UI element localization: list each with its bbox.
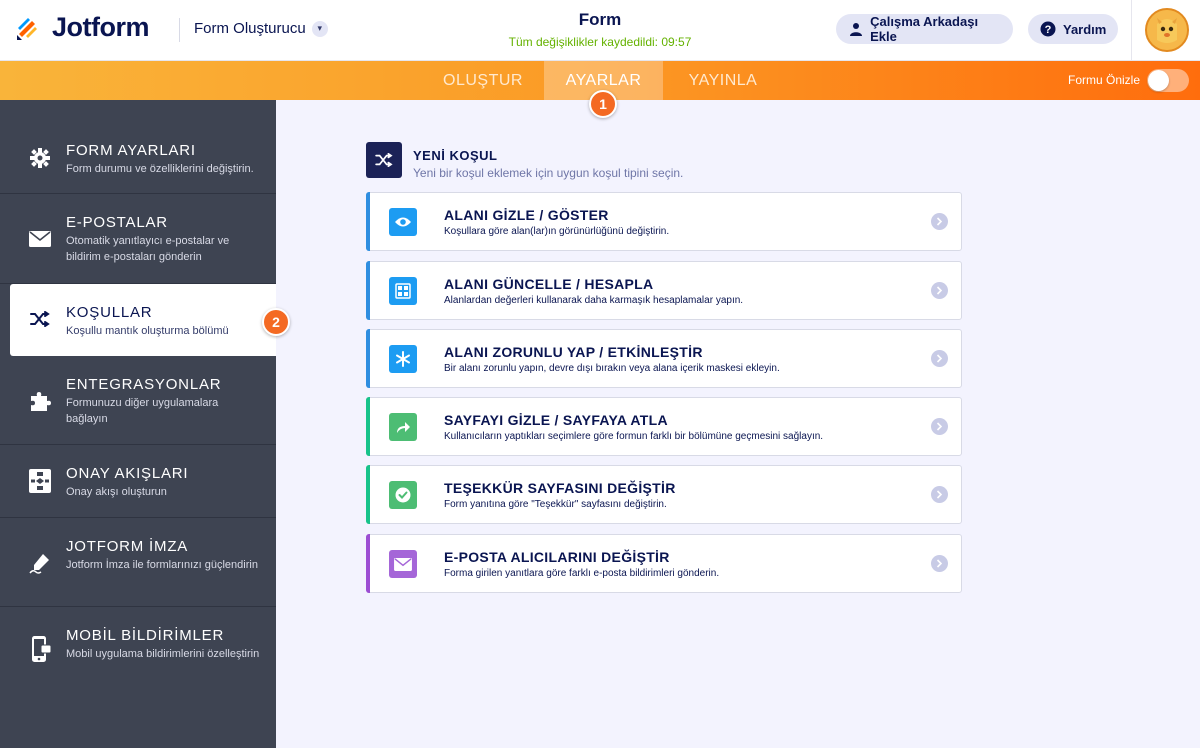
card-accent — [366, 261, 370, 320]
puzzle-icon — [28, 389, 52, 413]
user-icon — [848, 21, 863, 37]
condition-hide-skip-page[interactable]: SAYFAYI GİZLE / SAYFAYA ATLA Kullanıcıla… — [366, 397, 962, 456]
form-title: Form — [578, 10, 622, 29]
condition-change-email-recipients[interactable]: E-POSTA ALICILARINI DEĞİŞTİR Forma giril… — [366, 534, 962, 593]
add-collaborator-button[interactable]: Çalışma Arkadaşı Ekle — [836, 14, 1013, 44]
shuffle-icon — [366, 142, 402, 178]
svg-text:?: ? — [1045, 24, 1052, 36]
calculator-icon — [389, 277, 417, 305]
condition-title: SAYFAYI GİZLE / SAYFAYA ATLA — [444, 412, 668, 428]
sidebar-item-desc: Onay akışı oluşturun — [66, 486, 167, 498]
sidebar-item-title: ENTEGRASYONLAR — [66, 376, 222, 393]
preview-toggle[interactable] — [1147, 69, 1189, 92]
condition-desc: Alanlardan değerleri kullanarak daha kar… — [444, 295, 744, 306]
chevron-right-icon — [931, 350, 948, 367]
question-icon: ? — [1040, 21, 1056, 37]
card-accent — [366, 192, 370, 251]
new-condition-title: YENİ KOŞUL — [413, 148, 498, 163]
condition-title: ALANI ZORUNLU YAP / ETKİNLEŞTİR — [444, 344, 703, 360]
condition-update-calculate-field[interactable]: ALANI GÜNCELLE / HESAPLA Alanlardan değe… — [366, 261, 962, 320]
condition-title: ALANI GİZLE / GÖSTER — [444, 207, 609, 223]
sidebar-item-emails[interactable]: E-POSTALAR Otomatik yanıtlayıcı e-postal… — [0, 194, 276, 284]
builder-dropdown[interactable]: Form Oluşturucu ▾ — [194, 20, 328, 37]
sidebar-item-mobile-notifications[interactable]: MOBİL BİLDİRİMLER Mobil uygulama bildiri… — [0, 607, 276, 697]
sidebar-item-desc: Otomatik yanıtlayıcı e-postalar ve bildi… — [66, 235, 230, 263]
envelope-icon — [389, 550, 417, 578]
help-label: Yardım — [1063, 21, 1107, 37]
chevron-right-icon — [931, 213, 948, 230]
sidebar-item-conditions[interactable]: KOŞULLAR Koşullu mantık oluşturma bölümü — [10, 284, 276, 356]
chevron-right-icon — [931, 282, 948, 299]
avatar[interactable] — [1145, 8, 1189, 52]
new-condition-desc: Yeni bir koşul eklemek için uygun koşul … — [413, 166, 684, 180]
sidebar-item-desc: Koşullu mantık oluşturma bölümü — [66, 325, 229, 337]
card-accent — [366, 329, 370, 388]
toggle-knob — [1148, 70, 1169, 91]
sidebar-item-approval-flows[interactable]: ONAY AKIŞLARI Onay akışı oluşturun — [0, 445, 276, 518]
chevron-down-icon: ▾ — [311, 20, 328, 37]
sidebar-item-form-settings[interactable]: FORM AYARLARI Form durumu ve özellikleri… — [0, 100, 276, 194]
envelope-icon — [28, 227, 52, 251]
logo-text: Jotform — [52, 12, 150, 42]
chevron-right-icon — [931, 418, 948, 435]
asterisk-icon — [389, 345, 417, 373]
mobile-icon — [28, 636, 52, 662]
condition-desc: Form yanıtına göre "Teşekkür" sayfasını … — [444, 499, 667, 510]
sidebar-item-jotform-sign[interactable]: JOTFORM İMZA Jotform İmza ile formlarını… — [0, 518, 276, 607]
sidebar-item-desc: Formunuzu diğer uygulamalara bağlayın — [66, 397, 219, 425]
tab-build[interactable]: OLUŞTUR — [424, 61, 542, 100]
sidebar-item-title: KOŞULLAR — [66, 304, 153, 321]
settings-sidebar: FORM AYARLARI Form durumu ve özellikleri… — [0, 100, 276, 748]
condition-title: TEŞEKKÜR SAYFASINI DEĞİŞTİR — [444, 480, 676, 496]
avatar-area — [1131, 0, 1200, 61]
condition-change-thankyou-page[interactable]: TEŞEKKÜR SAYFASINI DEĞİŞTİR Form yanıtın… — [366, 465, 962, 524]
jotform-logo[interactable]: Jotform — [14, 12, 150, 43]
flow-icon — [28, 469, 52, 493]
add-collaborator-label: Çalışma Arkadaşı Ekle — [870, 14, 979, 44]
step-badge-2: 2 — [262, 308, 290, 336]
condition-title: E-POSTA ALICILARINI DEĞİŞTİR — [444, 549, 670, 565]
preview-label: Formu Önizle — [1068, 73, 1141, 87]
gear-icon — [28, 146, 52, 170]
jotform-logo-icon — [14, 14, 42, 42]
card-accent — [366, 465, 370, 524]
condition-desc: Bir alanı zorunlu yapın, devre dışı bıra… — [444, 363, 780, 374]
condition-desc: Kullanıcıların yaptıkları seçimlere göre… — [444, 431, 824, 442]
sidebar-item-integrations[interactable]: ENTEGRASYONLAR Formunuzu diğer uygulamal… — [0, 356, 276, 445]
sidebar-item-title: E-POSTALAR — [66, 214, 168, 231]
sidebar-item-desc: Jotform İmza ile formlarınızı güçlendiri… — [66, 559, 258, 571]
sidebar-item-title: FORM AYARLARI — [66, 142, 196, 159]
skip-arrow-icon — [389, 413, 417, 441]
eye-icon — [389, 208, 417, 236]
builder-label: Form Oluşturucu — [194, 20, 306, 37]
card-accent — [366, 534, 370, 593]
condition-desc: Koşullara göre alan(lar)ın görünürlüğünü… — [444, 226, 670, 237]
shuffle-icon — [28, 307, 52, 331]
sidebar-item-desc: Form durumu ve özelliklerini değiştirin. — [66, 163, 254, 175]
pen-icon — [28, 551, 52, 575]
chevron-right-icon — [931, 555, 948, 572]
condition-desc: Forma girilen yanıtlara göre farklı e-po… — [444, 568, 720, 579]
condition-require-enable-field[interactable]: ALANI ZORUNLU YAP / ETKİNLEŞTİR Bir alan… — [366, 329, 962, 388]
sidebar-item-title: ONAY AKIŞLARI — [66, 465, 189, 482]
chevron-right-icon — [931, 486, 948, 503]
sidebar-item-title: JOTFORM İMZA — [66, 538, 189, 555]
condition-title: ALANI GÜNCELLE / HESAPLA — [444, 276, 654, 292]
tab-publish[interactable]: YAYINLA — [664, 61, 782, 100]
top-header: Jotform Form Oluşturucu ▾ Form Tüm değiş… — [0, 0, 1200, 61]
save-status: Tüm değişiklikler kaydedildi: 09:57 — [508, 35, 692, 49]
step-badge-1: 1 — [589, 90, 617, 118]
card-accent — [366, 397, 370, 456]
sidebar-item-title: MOBİL BİLDİRİMLER — [66, 627, 225, 644]
header-divider — [179, 18, 180, 42]
help-button[interactable]: ? Yardım — [1028, 14, 1118, 44]
check-circle-icon — [389, 481, 417, 509]
sidebar-item-desc: Mobil uygulama bildirimlerini özelleştir… — [66, 648, 260, 660]
condition-show-hide-field[interactable]: ALANI GİZLE / GÖSTER Koşullara göre alan… — [366, 192, 962, 251]
